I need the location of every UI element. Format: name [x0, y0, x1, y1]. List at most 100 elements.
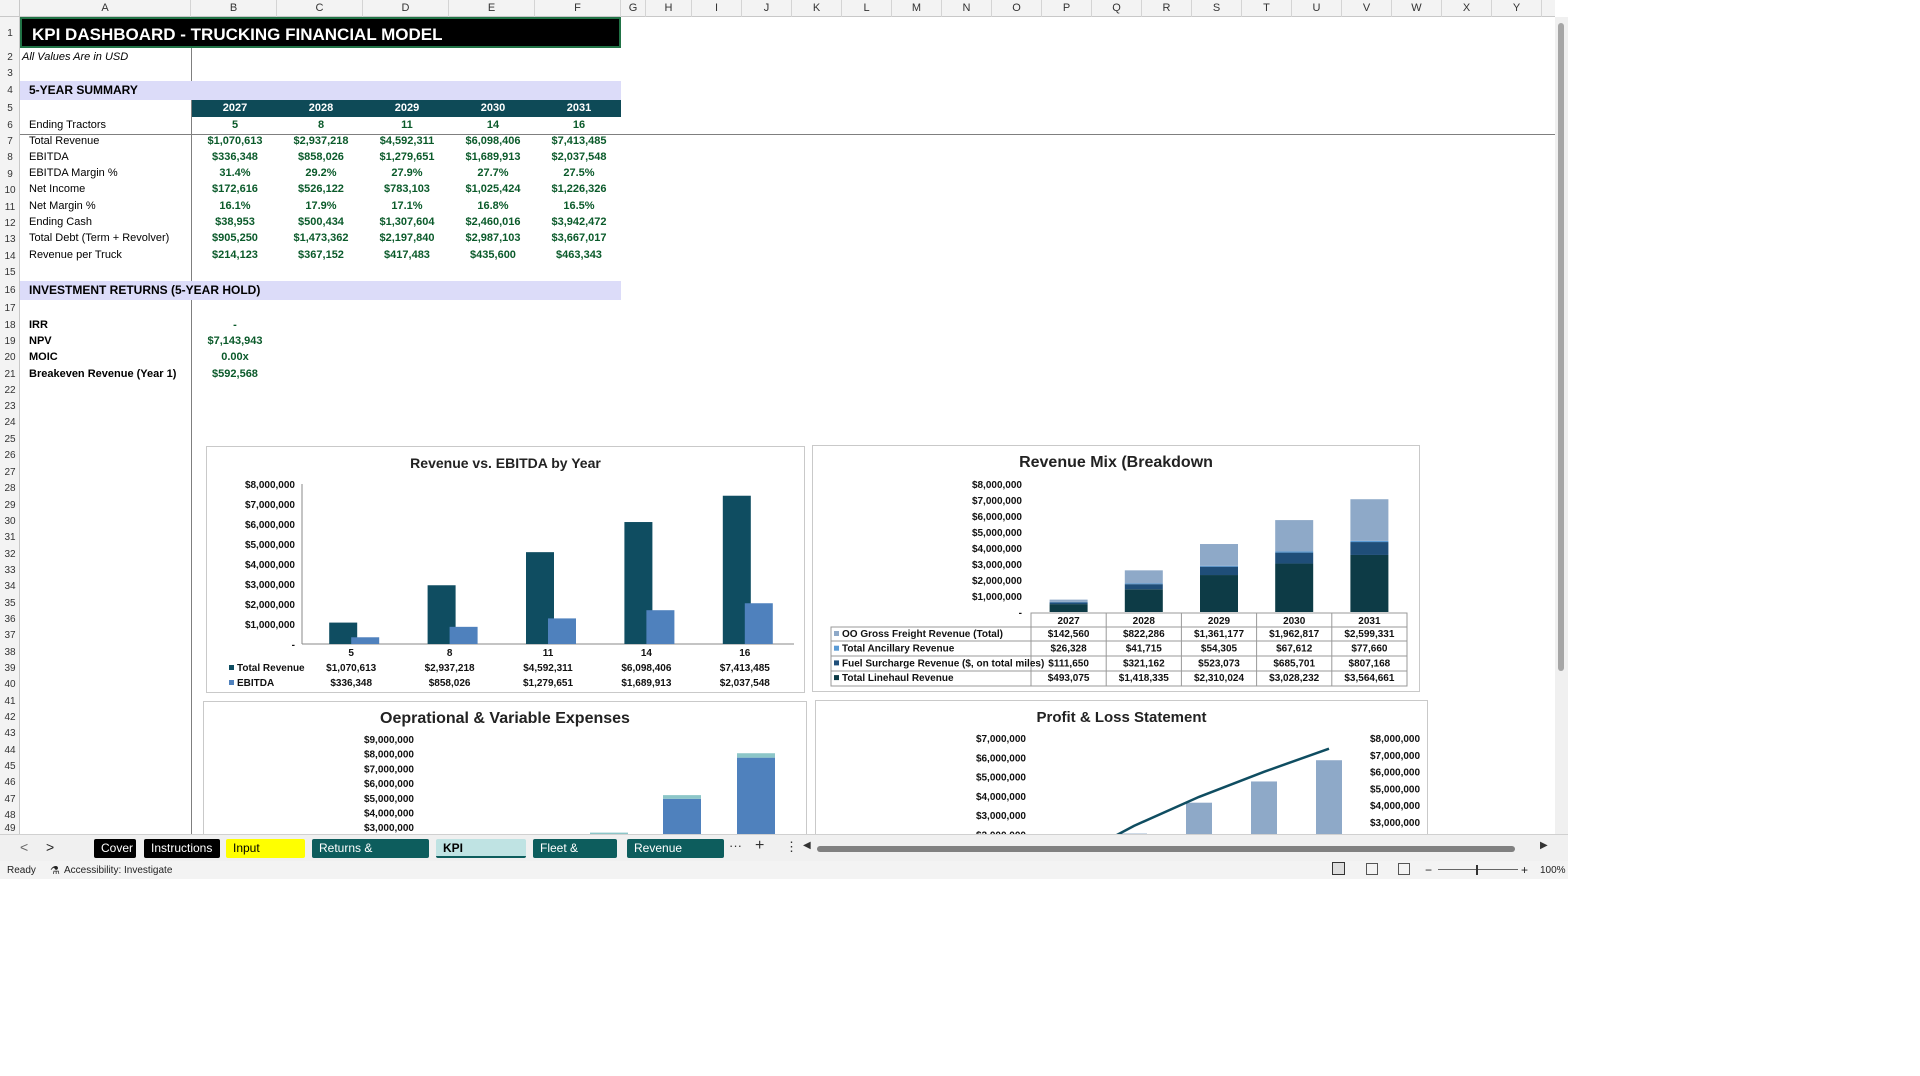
metric-label[interactable]: EBITDA — [29, 151, 69, 163]
stacked-bar-segment[interactable] — [1124, 584, 1163, 590]
row-header-28[interactable]: 28 — [0, 481, 19, 497]
dashboard-title[interactable]: KPI DASHBOARD - TRUCKING FINANCIAL MODEL — [20, 17, 621, 48]
metric-value[interactable]: $336,348 — [192, 151, 278, 163]
normal-view-icon[interactable] — [1332, 862, 1345, 875]
row-header-3[interactable]: 3 — [0, 66, 19, 82]
stacked-bar-segment[interactable] — [1200, 544, 1238, 566]
column-header-r[interactable]: R — [1142, 0, 1192, 17]
row-header-24[interactable]: 24 — [0, 415, 19, 431]
metric-value[interactable]: 11 — [364, 119, 450, 131]
stacked-bar-segment[interactable] — [1350, 542, 1389, 555]
tab-kpi-dashboard[interactable]: KPI Dashboard — [436, 839, 526, 858]
metric-value[interactable]: 31.4% — [192, 167, 278, 179]
row-header-31[interactable]: 31 — [0, 530, 19, 546]
metric-value[interactable]: 5 — [192, 119, 278, 131]
row-header-18[interactable]: 18 — [0, 317, 19, 334]
stacked-bar-segment[interactable] — [1275, 563, 1314, 612]
metric-value[interactable]: $1,025,424 — [450, 183, 536, 195]
column-header-x[interactable]: X — [1442, 0, 1492, 17]
row-header-20[interactable]: 20 — [0, 350, 19, 366]
row-header-36[interactable]: 36 — [0, 612, 19, 628]
year-header-2029[interactable]: 2029 — [364, 100, 450, 117]
zoom-in-button[interactable]: + — [1521, 863, 1528, 877]
row-header-7[interactable]: 7 — [0, 134, 19, 150]
metric-label[interactable]: Net Income — [29, 183, 85, 195]
row-header-1[interactable]: 1 — [0, 17, 19, 50]
stacked-bar-segment[interactable] — [1124, 570, 1163, 584]
more-sheets-button[interactable]: ··· — [729, 838, 742, 853]
pnl-bar[interactable] — [1251, 781, 1277, 834]
row-header-2[interactable]: 2 — [0, 50, 19, 66]
tab-cover[interactable]: Cover — [94, 839, 136, 858]
row-header-27[interactable]: 27 — [0, 464, 19, 481]
metric-value[interactable]: $214,123 — [192, 249, 278, 261]
zoom-slider-thumb[interactable] — [1476, 865, 1478, 875]
row-header-22[interactable]: 22 — [0, 383, 19, 399]
return-label[interactable]: IRR — [29, 319, 48, 331]
row-header-8[interactable]: 8 — [0, 150, 19, 166]
row-header-10[interactable]: 10 — [0, 183, 19, 199]
page-layout-view-icon[interactable] — [1366, 863, 1378, 875]
return-label[interactable]: MOIC — [29, 351, 58, 363]
stacked-bar-segment[interactable] — [1200, 565, 1238, 567]
metric-value[interactable]: $526,122 — [278, 183, 364, 195]
metric-value[interactable]: 27.9% — [364, 167, 450, 179]
metric-value[interactable]: 27.7% — [450, 167, 536, 179]
row-header-15[interactable]: 15 — [0, 265, 19, 281]
metric-label[interactable]: Total Revenue — [29, 135, 99, 147]
revenue-ebitda-chart[interactable]: Revenue vs. EBITDA by Year - $1,000,000 $2… — [206, 446, 805, 693]
row-header-39[interactable]: 39 — [0, 661, 19, 677]
column-header-w[interactable]: W — [1392, 0, 1442, 17]
metric-value[interactable]: $463,343 — [536, 249, 622, 261]
metric-value[interactable]: $367,152 — [278, 249, 364, 261]
tab-scroll-right-button[interactable]: > — [46, 839, 54, 855]
row-header-42[interactable]: 42 — [0, 710, 19, 726]
row-header-34[interactable]: 34 — [0, 579, 19, 595]
row-header-33[interactable]: 33 — [0, 563, 19, 579]
return-value[interactable]: $7,143,943 — [192, 335, 278, 347]
tab-scroll-left-button[interactable]: < — [20, 839, 28, 855]
stacked-bar-segment[interactable] — [1350, 499, 1389, 541]
metric-value[interactable]: 16 — [536, 119, 622, 131]
column-header-j[interactable]: J — [742, 0, 792, 17]
metric-label[interactable]: Total Debt (Term + Revolver) — [29, 232, 169, 244]
row-header-29[interactable]: 29 — [0, 497, 19, 514]
row-header-40[interactable]: 40 — [0, 677, 19, 693]
return-label[interactable]: Breakeven Revenue (Year 1) — [29, 368, 176, 380]
stacked-bar-segment[interactable] — [1124, 583, 1163, 585]
year-header-2027[interactable]: 2027 — [192, 100, 278, 117]
hscroll-left-arrow[interactable]: ◀ — [803, 840, 811, 851]
stacked-bar-segment[interactable] — [737, 753, 775, 758]
metric-value[interactable]: $2,987,103 — [450, 232, 536, 244]
metric-value[interactable]: $3,667,017 — [536, 232, 622, 244]
row-header-16[interactable]: 16 — [0, 281, 19, 300]
accessibility-icon[interactable]: ⚗ — [50, 864, 60, 877]
year-header-2030[interactable]: 2030 — [450, 100, 536, 117]
row-header-25[interactable]: 25 — [0, 431, 19, 448]
stacked-bar-segment[interactable] — [1275, 520, 1314, 552]
column-header-y[interactable]: Y — [1492, 0, 1542, 17]
metric-value[interactable]: $500,434 — [278, 216, 364, 228]
metric-value[interactable]: $783,103 — [364, 183, 450, 195]
column-header-q[interactable]: Q — [1092, 0, 1142, 17]
tab-fleet-capex[interactable]: Fleet & CapEx — [533, 839, 617, 858]
stacked-bar-segment[interactable] — [1200, 575, 1238, 612]
metric-value[interactable]: 16.1% — [192, 200, 278, 212]
row-header-46[interactable]: 46 — [0, 775, 19, 791]
return-value[interactable]: 0.00x — [192, 351, 278, 363]
row-header-19[interactable]: 19 — [0, 334, 19, 350]
metric-label[interactable]: Revenue per Truck — [29, 249, 122, 261]
row-header-26[interactable]: 26 — [0, 448, 19, 464]
metric-label[interactable]: Net Margin % — [29, 200, 96, 212]
metric-value[interactable]: 17.9% — [278, 200, 364, 212]
add-sheet-button[interactable]: + — [755, 837, 764, 855]
year-header-2028[interactable]: 2028 — [278, 100, 364, 117]
row-header-41[interactable]: 41 — [0, 693, 19, 710]
pnl-chart[interactable]: Profit & Loss Statement $7,000,000 $6,000… — [815, 700, 1428, 834]
metric-value[interactable]: $1,070,613 — [192, 135, 278, 147]
hscroll-right-arrow[interactable]: ▶ — [1540, 840, 1548, 851]
column-header-a[interactable]: A — [20, 0, 191, 17]
metric-value[interactable]: $6,098,406 — [450, 135, 536, 147]
bar-ebitda[interactable] — [646, 610, 675, 644]
metric-value[interactable]: 16.5% — [536, 200, 622, 212]
